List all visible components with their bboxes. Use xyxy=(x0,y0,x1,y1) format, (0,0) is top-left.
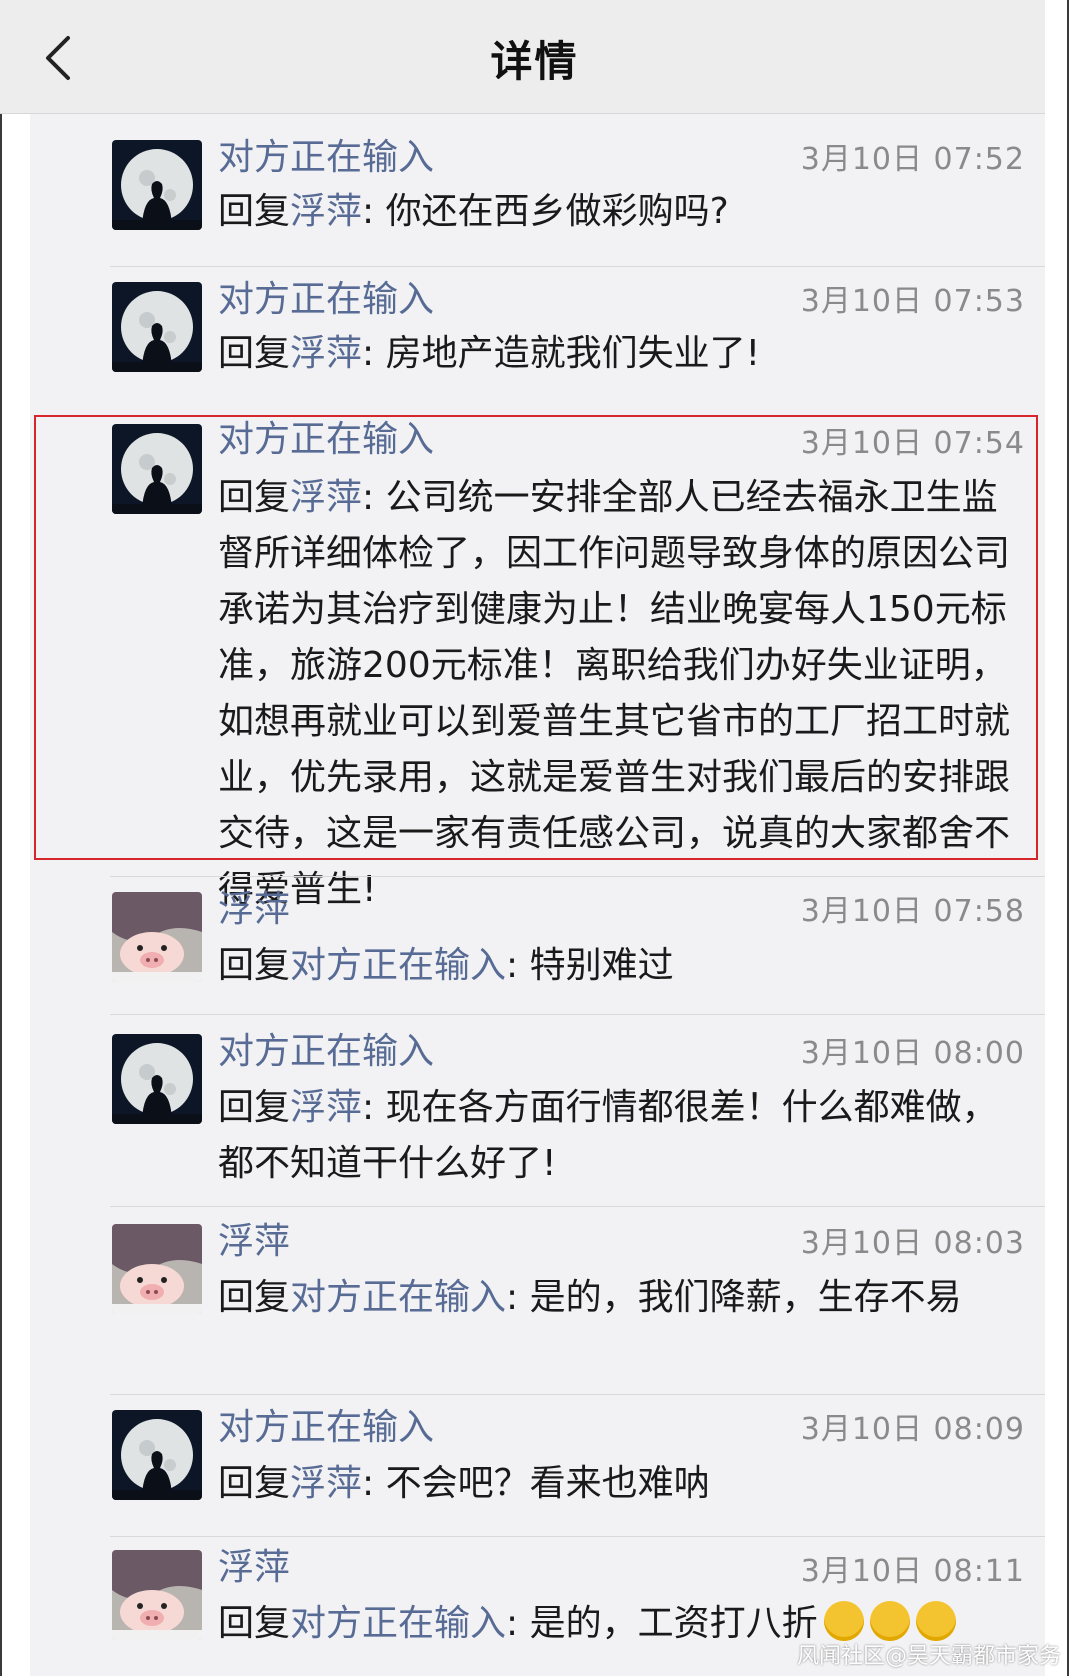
moon-silhouette-avatar[interactable] xyxy=(112,1034,202,1124)
message-time: 3月10日 08:00 xyxy=(800,1036,1025,1071)
pig-avatar[interactable] xyxy=(112,892,202,982)
message-body: 回复对方正在输入: 是的，我们降薪，生存不易 xyxy=(218,1270,1023,1326)
colon: : xyxy=(506,945,519,986)
message-time: 3月10日 08:03 xyxy=(800,1226,1025,1261)
divider xyxy=(110,1394,1045,1395)
reply-target-name[interactable]: 浮萍 xyxy=(290,1463,362,1504)
sender-name[interactable]: 浮萍 xyxy=(218,888,290,932)
divider xyxy=(110,1206,1045,1207)
crying-emoji-icon xyxy=(915,1601,956,1641)
pig-avatar[interactable] xyxy=(112,1224,202,1314)
message-time: 3月10日 08:09 xyxy=(800,1412,1025,1447)
message-text: 不会吧？看来也难呐 xyxy=(385,1463,710,1504)
message-time: 3月10日 07:58 xyxy=(800,894,1025,929)
sender-name[interactable]: 对方正在输入 xyxy=(218,136,434,180)
reply-prefix: 回复 xyxy=(218,191,291,232)
sender-name[interactable]: 对方正在输入 xyxy=(218,1406,434,1450)
message-text: 是的，工资打八折 xyxy=(529,1603,818,1644)
list-item[interactable]: 对方正在输入 3月10日 08:09 回复浮萍: 不会吧？看来也难呐 xyxy=(30,1398,1045,1532)
reply-target-name[interactable]: 浮萍 xyxy=(290,333,362,374)
moon-silhouette-avatar[interactable] xyxy=(112,1410,202,1500)
colon: : xyxy=(362,333,375,374)
reply-target-name[interactable]: 对方正在输入 xyxy=(290,945,506,986)
colon: : xyxy=(506,1277,519,1318)
list-item[interactable]: 对方正在输入 3月10日 08:00 回复浮萍: 现在各方面行情都很差！什么都难… xyxy=(30,1018,1045,1200)
reply-prefix: 回复 xyxy=(218,1277,291,1318)
divider xyxy=(110,1014,1045,1015)
moon-silhouette-avatar[interactable] xyxy=(112,282,202,372)
crying-emoji-icon xyxy=(823,1601,864,1641)
sender-name[interactable]: 对方正在输入 xyxy=(218,418,434,462)
watermark: 风闻社区@吴天霸都市家务 xyxy=(796,1644,1061,1669)
reply-prefix: 回复 xyxy=(218,945,291,986)
reply-target-name[interactable]: 对方正在输入 xyxy=(290,1277,506,1318)
divider xyxy=(110,1536,1045,1537)
sender-name[interactable]: 浮萍 xyxy=(218,1546,290,1590)
message-text: 房地产造就我们失业了! xyxy=(385,333,761,374)
message-time: 3月10日 07:53 xyxy=(800,284,1025,319)
reply-prefix: 回复 xyxy=(218,333,291,374)
list-item[interactable]: 对方正在输入 3月10日 07:52 回复浮萍: 你还在西乡做彩购吗? xyxy=(30,128,1045,252)
reply-prefix: 回复 xyxy=(218,1603,291,1644)
reply-prefix: 回复 xyxy=(218,1087,291,1128)
sender-name[interactable]: 浮萍 xyxy=(218,1220,290,1264)
message-body: 回复对方正在输入: 特别难过 xyxy=(218,938,1023,994)
reply-target-name[interactable]: 对方正在输入 xyxy=(290,1603,506,1644)
message-body: 回复浮萍: 公司统一安排全部人已经去福永卫生监督所详细体检了，因工作问题导致身体… xyxy=(218,470,1023,918)
reply-prefix: 回复 xyxy=(218,477,291,518)
sender-name[interactable]: 对方正在输入 xyxy=(218,278,434,322)
reply-prefix: 回复 xyxy=(218,1463,291,1504)
list-item[interactable]: 浮萍 3月10日 07:58 回复对方正在输入: 特别难过 xyxy=(30,880,1045,1010)
colon: : xyxy=(362,191,375,232)
colon: : xyxy=(506,1603,519,1644)
colon: : xyxy=(362,1463,375,1504)
message-body: 回复浮萍: 现在各方面行情都很差！什么都难做，都不知道干什么好了! xyxy=(218,1080,1023,1192)
message-text: 公司统一安排全部人已经去福永卫生监督所详细体检了，因工作问题导致身体的原因公司承… xyxy=(218,477,1011,910)
colon: : xyxy=(362,477,375,518)
reply-target-name[interactable]: 浮萍 xyxy=(290,191,362,232)
list-item[interactable]: 对方正在输入 3月10日 07:53 回复浮萍: 房地产造就我们失业了! xyxy=(30,268,1045,408)
crying-emoji-icon xyxy=(869,1601,910,1641)
pig-avatar[interactable] xyxy=(112,1550,202,1640)
message-text: 是的，我们降薪，生存不易 xyxy=(529,1277,962,1318)
list-item[interactable]: 浮萍 3月10日 08:03 回复对方正在输入: 是的，我们降薪，生存不易 xyxy=(30,1210,1045,1392)
reply-target-name[interactable]: 浮萍 xyxy=(290,1087,362,1128)
message-body: 回复浮萍: 房地产造就我们失业了! xyxy=(218,326,1023,382)
message-body: 回复浮萍: 不会吧？看来也难呐 xyxy=(218,1456,1023,1512)
message-text: 你还在西乡做彩购吗? xyxy=(385,191,729,232)
moon-silhouette-avatar[interactable] xyxy=(112,140,202,230)
nav-bar: 详情 xyxy=(0,0,1045,114)
divider xyxy=(110,876,1045,877)
colon: : xyxy=(362,1087,375,1128)
divider xyxy=(110,266,1045,267)
list-item[interactable]: 对方正在输入 3月10日 07:54 回复浮萍: 公司统一安排全部人已经去福永卫… xyxy=(30,412,1045,910)
message-text: 特别难过 xyxy=(529,945,674,986)
message-body: 回复浮萍: 你还在西乡做彩购吗? xyxy=(218,184,1023,240)
moon-silhouette-avatar[interactable] xyxy=(112,424,202,514)
message-time: 3月10日 08:11 xyxy=(800,1554,1025,1589)
sender-name[interactable]: 对方正在输入 xyxy=(218,1030,434,1074)
message-time: 3月10日 07:52 xyxy=(800,142,1025,177)
reply-target-name[interactable]: 浮萍 xyxy=(290,477,362,518)
message-time: 3月10日 07:54 xyxy=(800,426,1025,461)
page-title: 详情 xyxy=(490,37,579,86)
